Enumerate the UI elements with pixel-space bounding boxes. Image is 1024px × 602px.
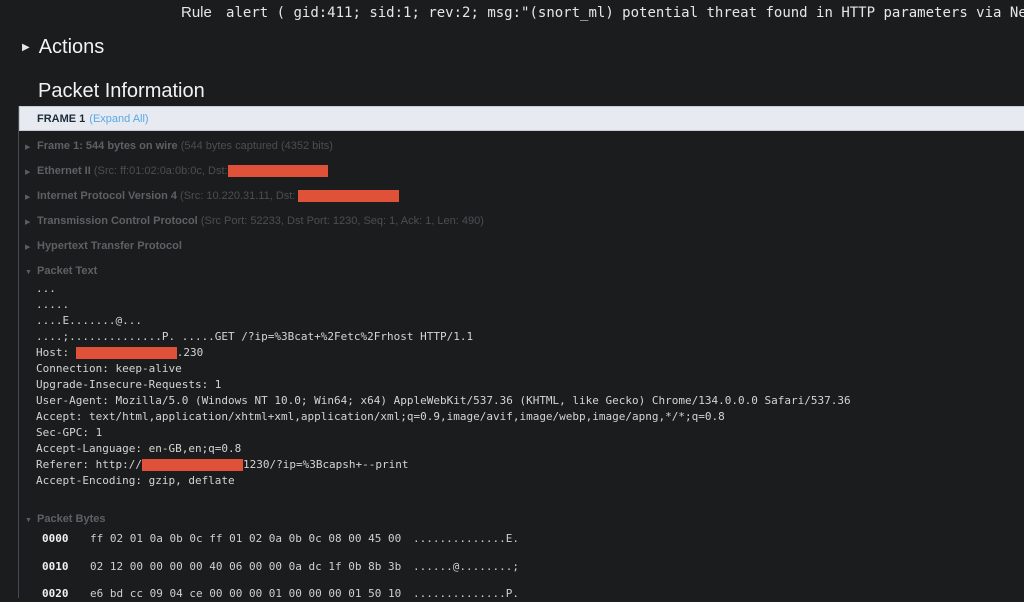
packet-text-line: Accept-Encoding: gzip, deflate [36, 474, 235, 487]
caret-down-icon: ▼ [25, 517, 32, 524]
tree-item-ethernet[interactable]: ▶ Ethernet II (Src: ff:01:02:0a:0b:0c, Ds… [25, 165, 328, 178]
packet-text-line: Accept-Language: en-GB,en;q=0.8 [36, 442, 242, 455]
bytes-ascii: ..............E. [413, 532, 519, 545]
bytes-hex: 02 12 00 00 00 00 40 06 00 00 0a dc 1f 0… [90, 560, 402, 573]
caret-right-icon: ▶ [25, 194, 31, 201]
packet-text-content: ... ..... ....E.......@... ....;........… [36, 281, 851, 489]
tree-item-tcp[interactable]: ▶ Transmission Control Protocol (Src Port… [25, 215, 484, 227]
packet-text-line-referer: Referer: http://1230/?ip=%3Bcapsh+--prin… [36, 458, 409, 471]
redaction-block [227, 165, 328, 178]
frame-header: FRAME 1 (Expand All) [19, 106, 1024, 131]
packet-text-line: ....E.......@... [36, 314, 142, 327]
rule-line: Rule alert ( gid:411; sid:1; rev:2; msg:… [181, 4, 1024, 21]
packet-text-line: ....;..............P. .....GET /?ip=%3Bc… [36, 330, 474, 343]
frame-title: FRAME 1 [37, 112, 86, 125]
caret-down-icon: ▼ [25, 269, 32, 276]
packet-text-line: ... [36, 282, 56, 295]
redaction-block [75, 347, 177, 359]
tree-item-packet-text[interactable]: ▼ Packet Text [25, 265, 97, 277]
packet-text-line: Accept: text/html,application/xhtml+xml,… [36, 410, 725, 423]
tree-item-http[interactable]: ▶ Hypertext Transfer Protocol [25, 240, 182, 252]
actions-toggle[interactable]: ▶ Actions [22, 36, 104, 59]
bytes-offset: 0000 [42, 532, 69, 545]
bytes-offset: 0010 [42, 560, 69, 573]
caret-right-icon: ▶ [25, 169, 31, 176]
redaction-block [298, 190, 400, 203]
packet-text-line: Upgrade-Insecure-Requests: 1 [36, 378, 222, 391]
expand-all-link[interactable]: (Expand All) [89, 113, 148, 125]
bytes-hex: ff 02 01 0a 0b 0c ff 01 02 0a 0b 0c 08 0… [90, 532, 402, 545]
actions-label: Actions [38, 36, 105, 58]
packet-text-line: Connection: keep-alive [36, 362, 182, 375]
bytes-hex: e6 bd cc 09 04 ce 00 00 00 01 00 00 00 0… [90, 587, 402, 600]
tree-item-packet-bytes[interactable]: ▼ Packet Bytes [25, 513, 106, 525]
packet-text-line: User-Agent: Mozilla/5.0 (Windows NT 10.0… [36, 394, 851, 407]
bytes-ascii: ......@........; [413, 560, 519, 573]
rule-text: alert ( gid:411; sid:1; rev:2; msg:"(sno… [226, 5, 1024, 21]
bytes-ascii: ..............P. [413, 587, 519, 600]
caret-right-icon: ▶ [25, 144, 31, 151]
caret-right-icon: ▶ [22, 42, 30, 53]
packet-text-line-host: Host: .230 [36, 346, 204, 359]
tree-item-frame[interactable]: ▶ Frame 1: 544 bytes on wire (544 bytes c… [25, 140, 333, 152]
caret-right-icon: ▶ [25, 244, 31, 251]
packet-information-title: Packet Information [38, 80, 205, 102]
tree-item-ipv4[interactable]: ▶ Internet Protocol Version 4 (Src: 10.22… [25, 190, 400, 203]
packet-text-line: ..... [36, 298, 70, 311]
redaction-block [141, 459, 243, 471]
bytes-offset: 0020 [42, 587, 69, 600]
packet-text-line: Sec-GPC: 1 [36, 426, 103, 439]
caret-right-icon: ▶ [25, 219, 31, 226]
rule-label: Rule [181, 4, 212, 21]
